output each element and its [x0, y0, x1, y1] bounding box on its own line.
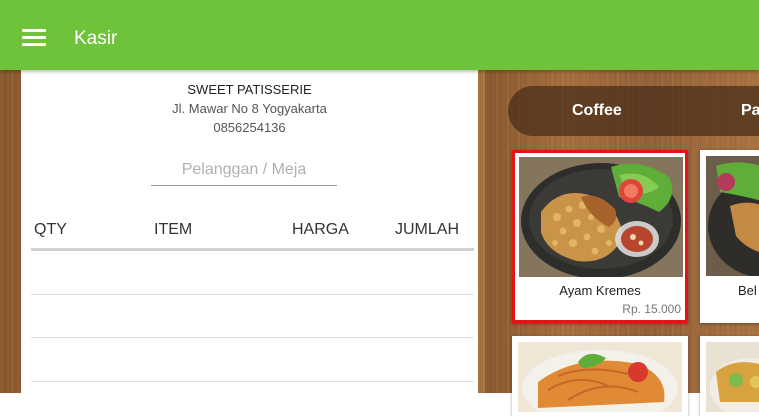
column-header-jumlah: JUMLAH — [395, 221, 460, 238]
category-tab-2[interactable]: Pa — [741, 102, 759, 120]
customer-table-input[interactable] — [151, 155, 337, 186]
category-bar: Coffee Pa — [508, 86, 759, 136]
app-toolbar: Kasir — [0, 0, 759, 70]
header-divider — [31, 248, 474, 251]
ayam-kremes-photo — [519, 157, 683, 277]
receipt-panel: SWEET PATISSERIE Jl. Mawar No 8 Yogyakar… — [21, 70, 478, 393]
store-name: SWEET PATISSERIE — [187, 82, 312, 97]
hamburger-menu-icon[interactable] — [22, 29, 46, 47]
row-divider — [31, 294, 474, 295]
product-price: Rp. 15.000 — [622, 302, 681, 316]
row-divider — [31, 337, 474, 338]
product-name: Ayam Kremes — [559, 283, 641, 298]
app-title: Kasir — [74, 28, 118, 49]
store-address: Jl. Mawar No 8 Yogyakarta — [172, 101, 327, 116]
store-phone: 0856254136 — [213, 120, 286, 135]
column-header-item: ITEM — [154, 221, 193, 238]
product-name: Bel — [738, 283, 757, 298]
product-card-ayam-kremes[interactable]: Ayam Kremes Rp. 15.000 — [512, 150, 688, 323]
product-photo — [706, 156, 759, 276]
row-divider — [31, 381, 474, 382]
product-photo — [518, 342, 682, 412]
column-header-harga: HARGA — [292, 221, 349, 238]
category-tab-coffee[interactable]: Coffee — [572, 102, 622, 120]
product-card-4[interactable] — [700, 336, 759, 416]
product-photo — [706, 342, 759, 412]
column-header-qty: QTY — [34, 221, 67, 238]
product-card-2[interactable]: Bel — [700, 150, 759, 323]
product-card-3[interactable] — [512, 336, 688, 416]
